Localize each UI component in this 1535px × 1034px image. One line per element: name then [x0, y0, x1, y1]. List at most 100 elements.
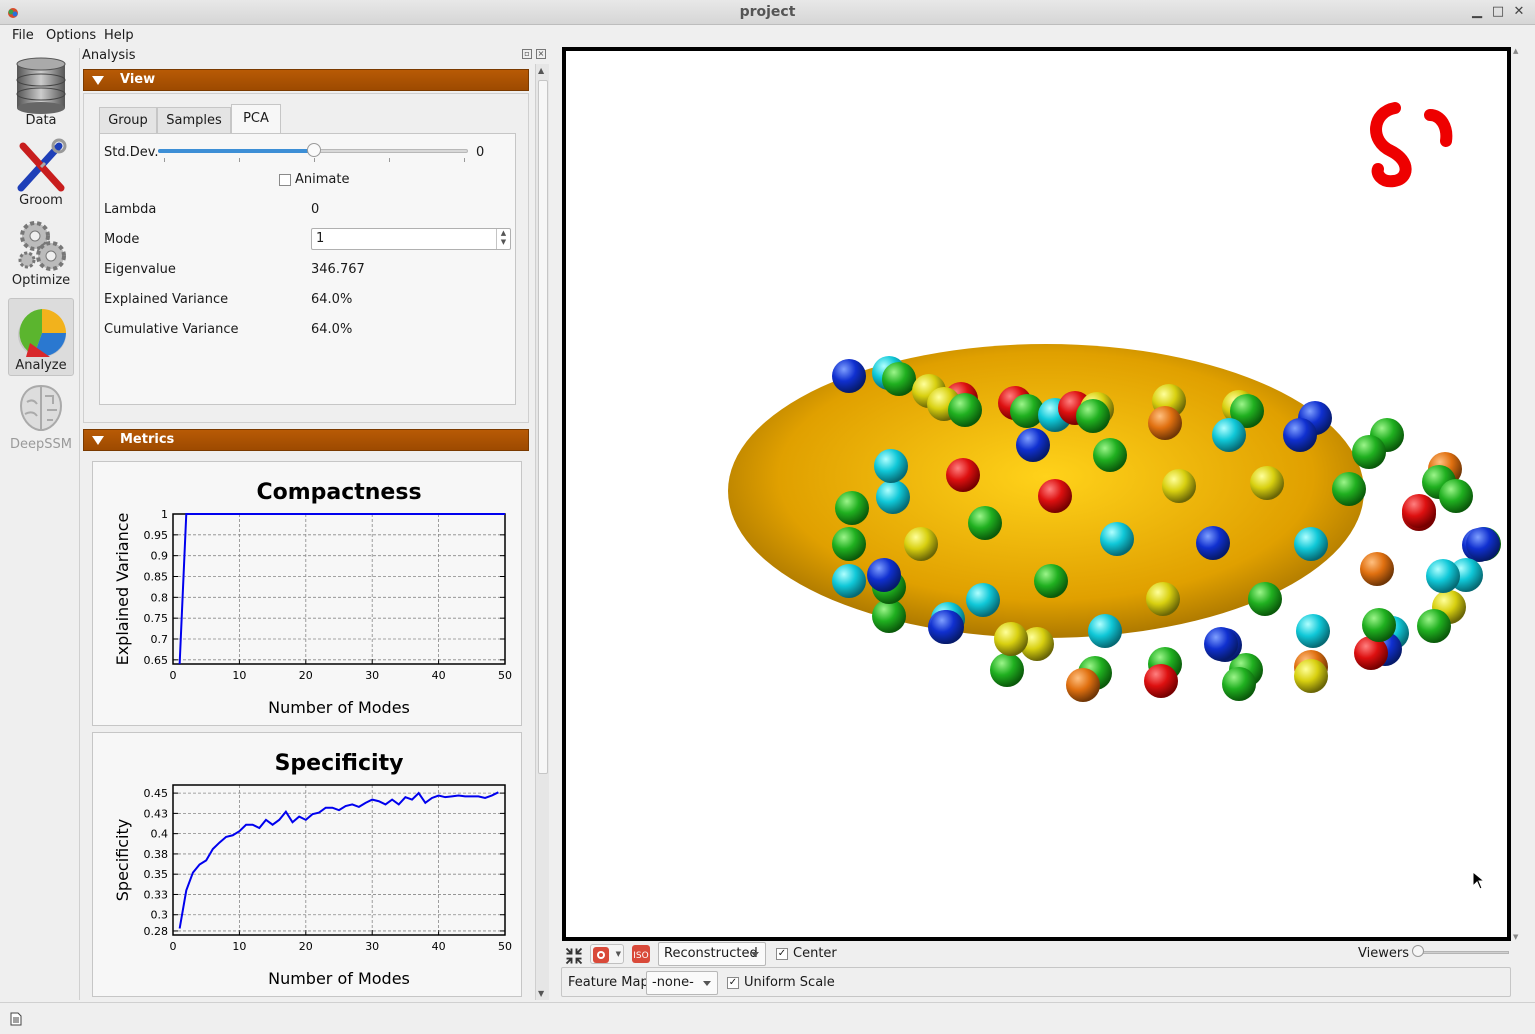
particle — [948, 393, 982, 427]
chart-title: Specificity — [275, 751, 404, 776]
y-axis-label: Explained Variance — [113, 513, 132, 666]
toolbar-analyze-button[interactable]: Analyze — [8, 298, 74, 376]
y-tick-label: 0.95 — [144, 529, 169, 542]
viewers-slider-handle[interactable] — [1412, 945, 1424, 957]
spin-arrows-icon[interactable]: ▲ ▼ — [496, 229, 510, 249]
y-tick-label: 0.38 — [144, 848, 169, 861]
menu-file[interactable]: File — [12, 28, 34, 43]
particle — [874, 449, 908, 483]
tab-samples[interactable]: Samples — [157, 107, 231, 133]
particle — [1439, 479, 1473, 513]
feature-map-combo[interactable]: -none- — [646, 971, 718, 995]
y-tick-label: 0.4 — [151, 828, 169, 841]
animate-checkbox[interactable] — [279, 174, 291, 186]
particle — [1362, 608, 1396, 642]
chevron-down-icon — [751, 952, 759, 957]
y-tick-label: 0.65 — [144, 654, 169, 667]
scroll-down-icon[interactable]: ▼ — [538, 989, 544, 998]
particle — [1016, 428, 1050, 462]
particle — [1034, 564, 1068, 598]
minimize-icon[interactable]: ▁ — [1468, 3, 1486, 21]
cumulative-variance-value: 64.0% — [311, 322, 353, 337]
isosurface-toggle-icon[interactable]: ISO — [631, 944, 651, 964]
particle — [1088, 614, 1122, 648]
chart-title: Compactness — [256, 480, 421, 505]
tab-pca[interactable]: PCA — [231, 104, 281, 133]
display-mode-combo[interactable]: Reconstructed — [658, 942, 766, 966]
scroll-down-icon[interactable]: ▼ — [1513, 933, 1518, 941]
specificity-plot-frame: Specificity 0 10 20 30 40 50 0.28 0.3 0.33 0.35 0.3… — [92, 732, 522, 997]
tab-group[interactable]: Group — [99, 107, 157, 133]
eigenvalue-label: Eigenvalue — [104, 262, 176, 277]
series-line — [178, 513, 505, 665]
toolbar-optimize-label: Optimize — [11, 273, 71, 288]
view-section-header[interactable]: View — [83, 69, 529, 91]
particle — [966, 583, 1000, 617]
center-checkbox[interactable]: ✓ — [776, 948, 788, 960]
specificity-chart: Specificity 0 10 20 30 40 50 0.28 0.3 0.33 0.35 0.3… — [113, 751, 512, 988]
y-tick-label: 0.85 — [144, 571, 169, 584]
viewers-slider-track[interactable] — [1413, 951, 1509, 954]
plot-axes-frame — [172, 513, 506, 665]
uniform-scale-checkbox[interactable]: ✓ — [727, 977, 739, 989]
dock-close-icon[interactable]: × — [536, 49, 546, 59]
mode-spinbox[interactable]: 1 ▲ ▼ — [311, 228, 511, 250]
dock-title: Analysis — [82, 48, 136, 63]
fit-view-icon[interactable] — [564, 946, 584, 966]
metrics-section-header[interactable]: Metrics — [83, 429, 529, 451]
view-section-title: View — [120, 72, 156, 87]
x-tick-label: 20 — [299, 669, 313, 682]
scroll-up-icon[interactable]: ▲ — [1513, 47, 1518, 55]
close-icon[interactable]: ✕ — [1510, 3, 1528, 21]
toolbar-data-button[interactable]: Data — [8, 52, 74, 130]
particle — [1294, 527, 1328, 561]
x-tick-label: 0 — [170, 940, 177, 953]
y-tick-label: 0.35 — [144, 868, 169, 881]
stddev-slider-handle[interactable] — [307, 143, 321, 157]
particle — [832, 564, 866, 598]
toolbar-optimize-button[interactable]: Optimize — [8, 212, 74, 290]
particle — [876, 480, 910, 514]
chevron-down-icon — [703, 981, 711, 986]
analysis-dock: Analysis ▫ × ▲ ▼ View Group Samples PCA … — [80, 48, 550, 1000]
brain-icon — [19, 384, 63, 431]
y-tick-label: 0.8 — [151, 591, 169, 604]
particle — [1283, 418, 1317, 452]
glyph-options-button[interactable]: ▼ — [590, 944, 624, 964]
feature-map-label: Feature Map — [568, 975, 649, 990]
x-tick-label: 10 — [232, 940, 246, 953]
y-tick-label: 0.3 — [151, 909, 169, 922]
scroll-up-icon[interactable]: ▲ — [538, 66, 544, 75]
viewer-canvas[interactable] — [566, 51, 1507, 937]
dock-scrollbar[interactable]: ▲ ▼ — [535, 64, 549, 1000]
menu-help[interactable]: Help — [104, 28, 134, 43]
feature-map-bar: Feature Map -none- ✓ Uniform Scale — [561, 967, 1511, 997]
particle — [1146, 582, 1180, 616]
window-title: project — [739, 4, 796, 20]
collapse-triangle-icon — [92, 76, 104, 85]
particle — [1148, 406, 1182, 440]
eye-glyph-icon — [593, 947, 609, 963]
chevron-down-icon: ▼ — [615, 950, 621, 958]
particle — [1250, 466, 1284, 500]
toolbar-groom-button[interactable]: Groom — [8, 132, 74, 210]
slider-tick — [389, 158, 390, 162]
x-axis-label: Number of Modes — [268, 969, 410, 988]
stddev-value: 0 — [476, 145, 485, 160]
particle — [1294, 659, 1328, 693]
lambda-value: 0 — [311, 202, 320, 217]
viewers-label: Viewers — [1358, 946, 1409, 961]
particle — [872, 599, 906, 633]
particle — [1426, 559, 1460, 593]
dock-scroll-thumb[interactable] — [538, 80, 548, 774]
undock-icon[interactable]: ▫ — [522, 49, 532, 59]
viewer-scrollbar[interactable]: ▲ ▼ — [1512, 47, 1522, 941]
x-tick-label: 40 — [432, 940, 446, 953]
toolbar-deepssm-button[interactable]: DeepSSM — [8, 376, 74, 454]
log-document-icon[interactable] — [9, 1012, 23, 1026]
maximize-icon[interactable]: □ — [1489, 3, 1507, 21]
display-mode-value: Reconstructed — [664, 946, 758, 961]
3d-viewer[interactable] — [562, 47, 1511, 941]
menu-options[interactable]: Options — [46, 28, 96, 43]
particle — [1204, 627, 1238, 661]
